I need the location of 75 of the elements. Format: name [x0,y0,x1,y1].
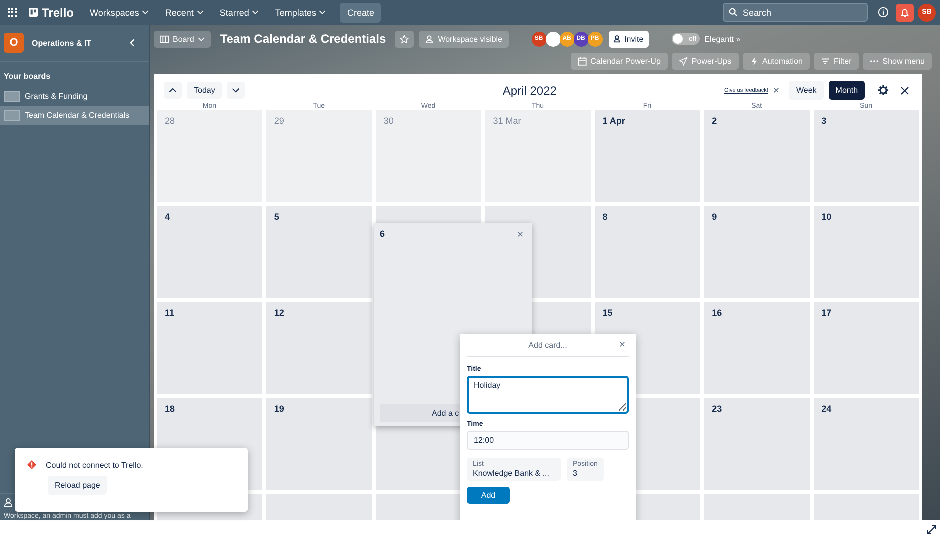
chevron-down-icon [232,88,240,93]
nav-menu-button[interactable]: Workspaces [84,4,156,20]
rocket-icon [678,56,688,66]
day-cell[interactable]: 2 [704,110,810,202]
day-cell[interactable]: 11 [157,302,262,394]
person-icon [4,498,13,507]
day-cell[interactable]: 19 [266,398,372,490]
person-add-icon [614,35,622,43]
settings-icon[interactable] [878,85,890,96]
filter-icon [820,56,830,66]
view-tab[interactable]: Month [828,81,866,100]
search-icon [729,8,738,17]
nav-menu-button[interactable]: Templates [269,4,332,20]
day-cell[interactable]: 9 [704,206,810,298]
lightning-icon [750,56,758,66]
toggle-label: Elegantt » [704,34,741,44]
invite-button[interactable]: Invite [608,30,649,48]
day-cell[interactable]: 24 [814,398,919,490]
section-heading: Your boards [3,71,52,83]
board-icon [160,34,169,44]
caret-icon [252,10,260,15]
logo-text[interactable]: Trello [42,6,74,20]
member-avatar[interactable] [546,32,561,46]
caret-icon [319,10,326,15]
day-cell[interactable]: 4 [157,206,262,298]
collapse-chevron-icon[interactable] [130,39,135,47]
workspace-name: Operations & IT [32,38,93,48]
view-tab[interactable]: Week [789,81,824,100]
board-title[interactable]: Team Calendar & Credentials [220,32,386,46]
day-cell[interactable]: 16 [704,302,810,394]
day-cell[interactable]: 8 [594,206,700,298]
board-list-item[interactable]: Team Calendar & Credentials [0,106,149,125]
popover-title: Add card... [528,340,568,350]
day-cell[interactable]: 10 [814,206,919,298]
day-cell[interactable]: 3 [814,110,919,202]
app-grid-icon[interactable] [5,8,20,17]
create-button[interactable]: Create [340,2,382,22]
info-icon[interactable] [878,7,889,18]
caret-icon [198,36,206,42]
title-input[interactable]: Holiday [467,376,629,414]
calendar-icon [578,56,587,66]
today-button[interactable]: Today [187,82,222,99]
next-button[interactable] [227,82,246,99]
time-input[interactable]: 12:00 [467,431,629,450]
nav-menu-button[interactable]: Starred [214,4,266,20]
workspace-badge: O [4,33,24,53]
day-cell[interactable]: 5 [266,206,372,298]
nav-menu-button[interactable]: Recent [159,4,210,20]
star-icon [400,34,410,44]
day-cell[interactable]: 12 [266,302,372,394]
board-thumbnail [4,91,20,102]
notifications-button[interactable] [896,4,914,22]
previous-button[interactable] [164,82,182,99]
chevron-up-icon [169,88,177,93]
caret-icon [142,10,150,15]
alert-icon [27,460,37,470]
caret-icon [196,10,204,15]
star-button[interactable] [395,30,414,48]
board-list-item[interactable]: Grants & Funding [0,87,149,106]
reload-page-button[interactable]: Reload page [48,476,108,495]
resize-icon[interactable] [927,525,937,535]
logo-icon [29,8,38,17]
board-thumbnail [4,110,20,121]
month-title: April 2022 [502,84,557,98]
bell-icon [900,8,910,18]
view-switcher-button[interactable]: Board [154,30,212,48]
toast-message: Could not connect to Trello. [46,460,144,470]
close-icon[interactable] [900,86,910,96]
day-cell[interactable]: 17 [814,302,919,394]
day-cell[interactable]: 1 Apr [594,110,700,202]
people-icon [425,34,434,44]
day-number: 6 [380,229,386,239]
search-field[interactable]: Search [723,3,868,22]
day-cell[interactable]: 23 [704,398,810,490]
add-button[interactable]: Add [467,487,510,504]
